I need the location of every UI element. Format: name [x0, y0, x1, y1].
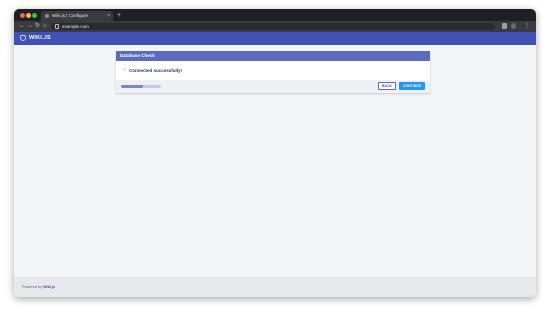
maximize-window-icon[interactable] — [32, 13, 37, 18]
profile-icon[interactable] — [511, 23, 516, 29]
wiki-logo-icon — [20, 35, 26, 41]
home-icon[interactable]: ⌂ — [43, 22, 47, 31]
back-arrow-icon[interactable]: ← — [19, 22, 25, 31]
setup-card: Database Check ✓ Connected successfully!… — [116, 51, 430, 93]
status-message: Connected successfully! — [129, 68, 183, 73]
tab-title: Wiki.js | Configure — [52, 13, 89, 18]
card-title: Database Check — [120, 53, 155, 58]
continue-button[interactable]: CONTINUE — [399, 82, 425, 90]
card-actions: BACK CONTINUE — [116, 80, 430, 93]
footer-prefix: Powered by — [22, 285, 43, 289]
browser-tab[interactable]: Wiki.js | Configure × — [41, 11, 113, 21]
lock-icon — [55, 24, 59, 29]
tab-close-icon[interactable]: × — [107, 12, 110, 20]
minimize-window-icon[interactable] — [26, 13, 31, 18]
menu-icon[interactable]: ⋮ — [524, 22, 530, 31]
app-logo-text[interactable]: WIKI.JS — [29, 32, 51, 45]
extension-icon[interactable] — [502, 23, 507, 29]
favicon-icon — [45, 14, 49, 18]
page-footer: Powered by Wiki.js — [14, 277, 536, 297]
card-header: Database Check — [116, 51, 430, 61]
browser-window: Wiki.js | Configure × + ← → ↻ ⌂ example.… — [14, 9, 536, 297]
reload-icon[interactable]: ↻ — [35, 22, 40, 31]
tab-strip: Wiki.js | Configure × + — [14, 9, 536, 21]
url-text: example.com — [62, 24, 89, 29]
forward-arrow-icon[interactable]: → — [27, 22, 33, 31]
back-button[interactable]: BACK — [378, 82, 396, 90]
app-header: WIKI.JS — [14, 32, 536, 45]
footer-text: Powered by Wiki.js — [22, 277, 55, 297]
browser-toolbar: ← → ↻ ⌂ example.com ⋮ — [14, 21, 536, 32]
setup-progress-fill — [121, 85, 143, 88]
check-icon: ✓ — [123, 67, 128, 73]
footer-link[interactable]: Wiki.js — [43, 285, 55, 289]
new-tab-icon[interactable]: + — [117, 11, 121, 20]
setup-progress-bar — [121, 85, 161, 88]
close-window-icon[interactable] — [20, 13, 25, 18]
address-bar[interactable]: example.com — [51, 23, 495, 30]
